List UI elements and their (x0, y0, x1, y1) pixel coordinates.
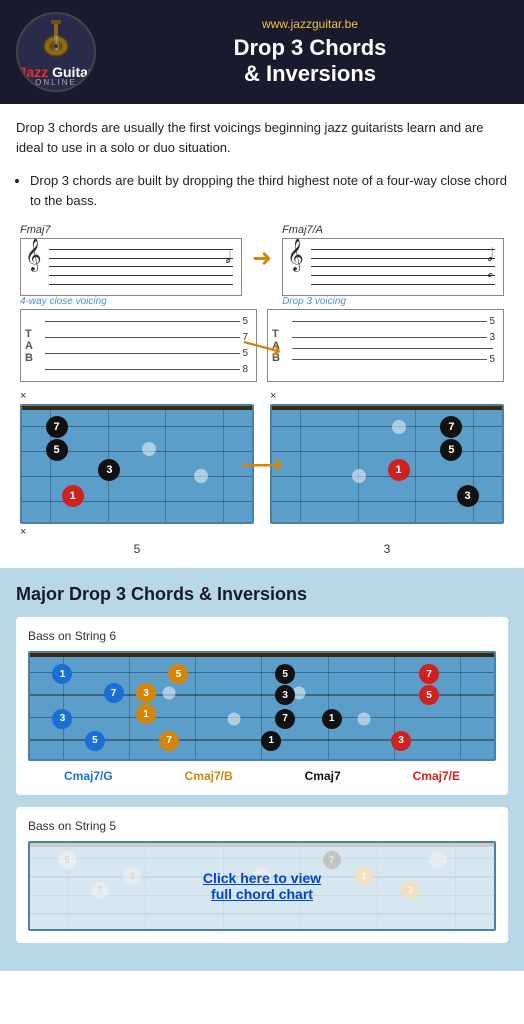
tab-row: TAB 5 7 5 8 ⟶ TAB 5 3 5 (12, 309, 512, 382)
major-section: Major Drop 3 Chords & Inversions Bass on… (0, 568, 524, 971)
logo-text-jazz: Jazz Guitar (19, 65, 94, 79)
tab-block-1: TAB 5 7 5 8 (20, 309, 257, 382)
large-fretboard-6: 1 3 7 5 3 1 5 7 5 3 7 1 1 7 5 3 (28, 651, 496, 761)
chord-name-1: Cmaj7/B (185, 769, 233, 783)
bass-string5-label: Bass on String 5 (28, 819, 496, 833)
caption-2: Drop 3 voicing (282, 296, 504, 307)
fretboard-label-2: 3 (270, 542, 504, 556)
chord-card-string6: Bass on String 6 (16, 617, 508, 795)
header-title-area: www.jazzguitar.be Drop 3 Chords & Invers… (112, 17, 508, 88)
click-overlay[interactable]: Click here to view full chord chart (30, 843, 494, 929)
staff-chord-label-1: Fmaj7 (20, 224, 242, 236)
fretboard-arrow: ⟶ (240, 447, 283, 482)
chord-names-row: Cmaj7/G Cmaj7/B Cmaj7 Cmaj7/E (28, 769, 496, 783)
bullet-list: Drop 3 chords are built by dropping the … (0, 165, 524, 224)
fretboard-right: × (270, 390, 504, 556)
chord-name-0: Cmaj7/G (64, 769, 113, 783)
bullet-item: Drop 3 chords are built by dropping the … (30, 171, 508, 210)
fretboard-label-1: 5 (20, 542, 254, 556)
guitar-icon (31, 16, 81, 61)
header: Jazz Guitar ONLINE www.jazzguitar.be Dro… (0, 0, 524, 104)
section-title: Major Drop 3 Chords & Inversions (16, 584, 508, 605)
fretboard-left: × (20, 390, 254, 556)
intro-text: Drop 3 chords are usually the first voic… (0, 104, 524, 165)
logo-text-online: ONLINE (19, 79, 94, 88)
staff-block-2: Fmaj7/A 𝄞 𝅗𝅥 𝅗 Drop 3 voicing (282, 224, 504, 307)
staff-chord-label-2: Fmaj7/A (282, 224, 504, 236)
header-url: www.jazzguitar.be (112, 17, 508, 31)
small-fretboard-5: 5 3 7 7 1 3 Click here to view full chor… (28, 841, 496, 931)
header-title: Drop 3 Chords & Inversions (112, 35, 508, 88)
logo-circle: Jazz Guitar ONLINE (16, 12, 96, 92)
fretboard-row: × (12, 390, 512, 556)
bass-string6-label: Bass on String 6 (28, 629, 496, 643)
tab-arrow: ⟶ (242, 329, 282, 362)
chord-name-3: Cmaj7/E (413, 769, 460, 783)
chord-name-2: Cmaj7 (305, 769, 341, 783)
diagram-section: Fmaj7 𝄞 𝅗𝅥 4-way close voicing ➜ (0, 224, 524, 568)
staff-arrow: ➜ (252, 224, 272, 273)
logo-area: Jazz Guitar ONLINE (16, 12, 96, 92)
staff-block-1: Fmaj7 𝄞 𝅗𝅥 4-way close voicing (20, 224, 242, 307)
caption-1: 4-way close voicing (20, 296, 242, 307)
chord-card-string5: Bass on String 5 5 3 7 (16, 807, 508, 943)
staff-row: Fmaj7 𝄞 𝅗𝅥 4-way close voicing ➜ (12, 224, 512, 307)
staff-lines-2: 𝄞 𝅗𝅥 𝅗 (282, 238, 504, 296)
staff-lines-1: 𝄞 𝅗𝅥 (20, 238, 242, 296)
tab-block-2: TAB 5 3 5 (267, 309, 504, 382)
click-here-link[interactable]: Click here to view full chord chart (203, 870, 321, 902)
